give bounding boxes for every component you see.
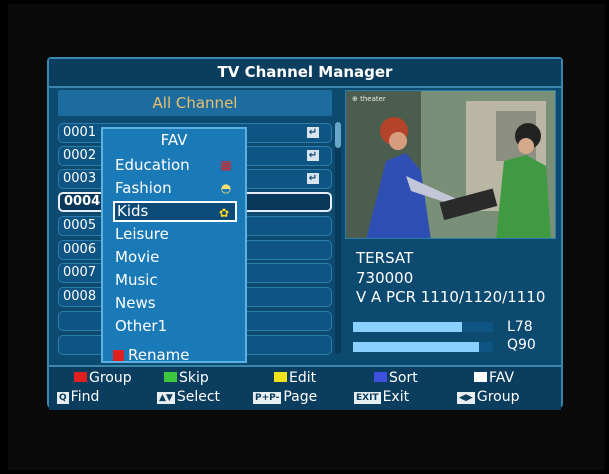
signal-quality-label: Q90: [507, 337, 536, 353]
legend-label: FAV: [489, 370, 515, 386]
fav-popup: FAV Education ▦ Fashion ◓ Kids ✿ Leisure Movie M…: [101, 127, 247, 363]
channel-number: 0005: [63, 218, 97, 233]
channel-logo: ⊕ theater: [352, 95, 386, 103]
education-icon: ▦: [220, 158, 232, 172]
fav-item-label: Music: [115, 271, 158, 289]
channel-manager-window: TV Channel Manager All Channel 0001 ↵ 0002…: [47, 57, 563, 410]
signal-quality-bar: [353, 342, 493, 352]
legend-skip[interactable]: Skip: [164, 370, 209, 386]
pid-info: V A PCR 1110/1120/1110: [356, 288, 546, 306]
legend-find-key[interactable]: Q Find: [57, 389, 99, 405]
fav-item-leisure[interactable]: Leisure: [113, 224, 237, 245]
fav-item-kids[interactable]: Kids ✿: [113, 201, 237, 222]
fav-item-label: Movie: [115, 248, 160, 266]
signal-level-label: L78: [507, 319, 533, 335]
legend-select-key[interactable]: ▲▼ Select: [157, 389, 220, 405]
red-key-icon: [113, 350, 124, 361]
legend-label: Sort: [389, 370, 418, 386]
legend-label: Exit: [382, 389, 410, 405]
key-legend: Group Skip Edit Sort FAV Q Find ▲▼ Select P+P- Pa…: [49, 365, 561, 410]
channel-number: 0004: [64, 194, 101, 209]
fav-item-education[interactable]: Education ▦: [113, 155, 237, 176]
fav-item-news[interactable]: News: [113, 293, 237, 314]
rename-label: Rename: [128, 346, 190, 364]
legend-group-key[interactable]: ◀▶ Group: [457, 389, 519, 405]
scrollbar-thumb[interactable]: [335, 122, 341, 148]
legend-label: Find: [70, 389, 100, 405]
fav-item-label: Education: [115, 156, 190, 174]
fashion-icon: ◓: [220, 181, 232, 195]
fav-item-fashion[interactable]: Fashion ◓: [113, 178, 237, 199]
legend-label: Skip: [179, 370, 209, 386]
fav-item-label: Leisure: [115, 225, 169, 243]
legend-edit[interactable]: Edit: [274, 370, 316, 386]
return-icon: ↵: [307, 127, 319, 138]
legend-group[interactable]: Group: [74, 370, 132, 386]
legend-label: Page: [283, 389, 318, 405]
fav-item-other1[interactable]: Other1: [113, 316, 237, 337]
legend-fav[interactable]: FAV: [474, 370, 514, 386]
fav-item-music[interactable]: Music: [113, 270, 237, 291]
color-key-icon: [274, 372, 287, 382]
kids-icon: ✿: [218, 206, 230, 220]
legend-label: Edit: [289, 370, 317, 386]
channel-number: 0006: [63, 242, 97, 257]
remote-key-icon: Q: [57, 392, 69, 404]
signal-quality-fill: [353, 342, 479, 352]
legend-page-key[interactable]: P+P- Page: [253, 389, 317, 405]
remote-key-icon: EXIT: [354, 392, 381, 404]
signal-level-bar: [353, 322, 493, 332]
frequency: 730000: [356, 269, 414, 287]
color-key-icon: [164, 372, 177, 382]
video-preview: ⊕ theater: [345, 90, 556, 239]
window-title: TV Channel Manager: [49, 59, 561, 88]
return-icon: ↵: [307, 173, 319, 184]
list-scrollbar[interactable]: [335, 122, 341, 354]
channel-number: 0002: [63, 148, 97, 163]
channel-number: 0007: [63, 265, 97, 280]
fav-item-movie[interactable]: Movie: [113, 247, 237, 268]
return-icon: ↵: [307, 150, 319, 161]
fav-item-label: Kids: [117, 202, 149, 220]
fav-item-label: News: [115, 294, 156, 312]
fav-item-label: Other1: [115, 317, 168, 335]
color-key-icon: [374, 372, 387, 382]
color-key-icon: [74, 372, 87, 382]
color-key-icon: [474, 372, 487, 382]
satellite-name: TERSAT: [356, 249, 414, 267]
remote-key-icon: P+P-: [253, 392, 282, 404]
legend-exit-key[interactable]: EXIT Exit: [354, 389, 409, 405]
signal-level-fill: [353, 322, 463, 332]
remote-key-icon: ▲▼: [157, 392, 175, 404]
legend-sort[interactable]: Sort: [374, 370, 418, 386]
preview-image: [346, 91, 555, 238]
legend-label: Group: [476, 389, 520, 405]
rename-button[interactable]: Rename: [113, 347, 190, 363]
channel-number: 0001: [63, 125, 97, 140]
channel-number: 0003: [63, 171, 97, 186]
fav-popup-title: FAV: [160, 131, 188, 149]
remote-key-icon: ◀▶: [457, 392, 475, 404]
legend-label: Group: [89, 370, 132, 386]
fav-item-label: Fashion: [115, 179, 172, 197]
channel-number: 0008: [63, 289, 97, 304]
list-header-all-channel[interactable]: All Channel: [58, 90, 332, 116]
legend-label: Select: [176, 389, 221, 405]
